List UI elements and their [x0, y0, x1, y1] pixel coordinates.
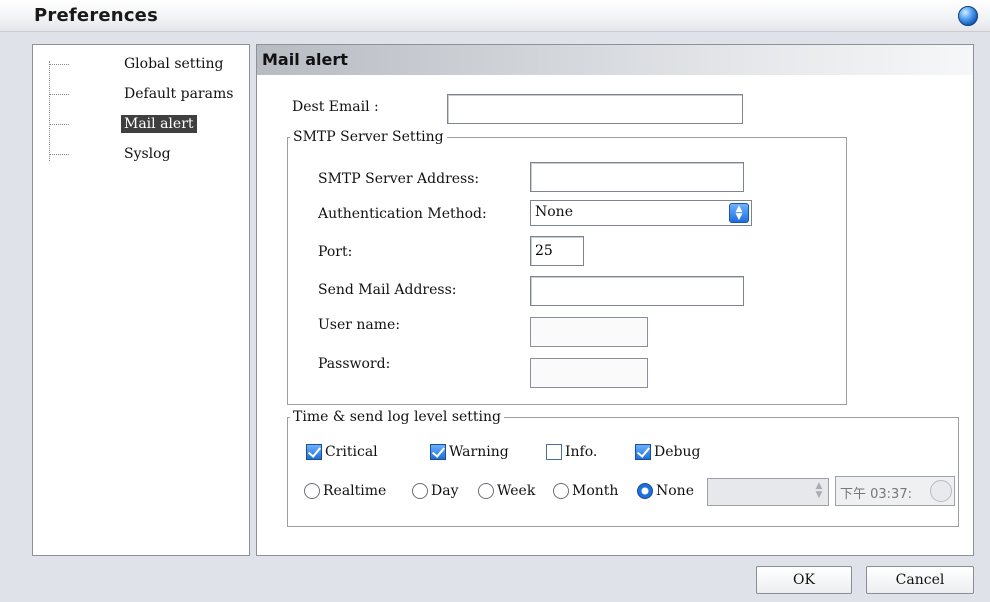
send-mail-address-label: Send Mail Address: [318, 282, 457, 298]
info-checkbox[interactable]: Info. [546, 444, 597, 460]
title-bar: Preferences [0, 0, 990, 32]
warning-checkbox[interactable]: Warning [430, 444, 509, 460]
time-value: 下午 03:37: [840, 487, 912, 502]
checkbox-label: Info. [565, 444, 598, 460]
checkbox-label: Critical [325, 444, 378, 460]
radio-label: Day [431, 483, 459, 499]
select-arrows-icon: ▲ ▼ [815, 481, 823, 500]
tree-item-label: Mail alert [121, 115, 197, 133]
day-radio[interactable]: Day [412, 483, 458, 499]
mail-alert-panel: Mail alert Dest Email : SMTP Server Sett… [256, 44, 974, 556]
none-radio[interactable]: None [637, 483, 694, 499]
section-title: Mail alert [262, 50, 348, 69]
tree-branch [49, 93, 69, 95]
user-name-label: User name: [318, 317, 401, 333]
tree-item-mail-alert[interactable]: Mail alert [49, 113, 197, 135]
radio-label: Month [572, 483, 619, 499]
time-spinner-icon[interactable] [930, 480, 952, 502]
log-level-legend: Time & send log level setting [293, 409, 502, 425]
tree-branch [49, 63, 69, 65]
radio-unselected-icon [304, 483, 320, 499]
port-input[interactable] [530, 236, 584, 266]
tree-item-label: Default params [124, 86, 234, 102]
checkbox-checked-icon [430, 444, 446, 460]
checkbox-label: Warning [449, 444, 509, 460]
dest-email-label: Dest Email : [292, 99, 379, 115]
password-input[interactable] [530, 358, 648, 388]
auth-method-value: None [535, 204, 573, 220]
cancel-button[interactable]: Cancel [866, 566, 974, 594]
tree-item-label: Syslog [124, 146, 171, 162]
tree-item-label: Global setting [124, 56, 224, 72]
radio-label: None [656, 483, 694, 499]
radio-selected-icon [637, 483, 653, 499]
ok-button[interactable]: OK [756, 566, 852, 594]
checkbox-unchecked-icon [546, 444, 562, 460]
dest-email-input[interactable] [447, 94, 743, 124]
log-level-group: Time & send log level setting [287, 409, 959, 527]
tree-item-global-setting[interactable]: Global setting [49, 53, 227, 75]
auth-method-label: Authentication Method: [318, 206, 487, 222]
checkbox-label: Debug [654, 444, 701, 460]
radio-unselected-icon [553, 483, 569, 499]
smtp-server-address-label: SMTP Server Address: [318, 171, 480, 187]
auth-method-select[interactable]: None ▲ ▼ [530, 200, 752, 226]
tree-item-syslog[interactable]: Syslog [49, 143, 174, 165]
tree-item-default-params[interactable]: Default params [49, 83, 236, 105]
tree-branch [49, 153, 69, 155]
preferences-tree: Global setting Default params Mail alert… [32, 44, 250, 556]
smtp-group-legend: SMTP Server Setting [293, 129, 444, 145]
time-field[interactable]: 下午 03:37: [835, 476, 955, 506]
help-orb-icon[interactable] [958, 6, 978, 26]
password-label: Password: [318, 356, 391, 372]
checkbox-checked-icon [635, 444, 651, 460]
schedule-day-select[interactable]: ▲ ▼ [707, 478, 829, 506]
select-arrows-icon: ▲ ▼ [729, 203, 749, 223]
smtp-server-address-input[interactable] [530, 162, 744, 192]
user-name-input[interactable] [530, 317, 648, 347]
checkbox-checked-icon [306, 444, 322, 460]
section-header: Mail alert [257, 45, 973, 75]
critical-checkbox[interactable]: Critical [306, 444, 378, 460]
radio-label: Realtime [323, 483, 387, 499]
radio-unselected-icon [478, 483, 494, 499]
radio-unselected-icon [412, 483, 428, 499]
week-radio[interactable]: Week [478, 483, 535, 499]
window-title: Preferences [34, 5, 159, 26]
month-radio[interactable]: Month [553, 483, 618, 499]
realtime-radio[interactable]: Realtime [304, 483, 386, 499]
debug-checkbox[interactable]: Debug [635, 444, 700, 460]
radio-label: Week [497, 483, 536, 499]
port-label: Port: [318, 244, 353, 260]
tree-branch [49, 123, 69, 125]
send-mail-address-input[interactable] [530, 276, 744, 306]
